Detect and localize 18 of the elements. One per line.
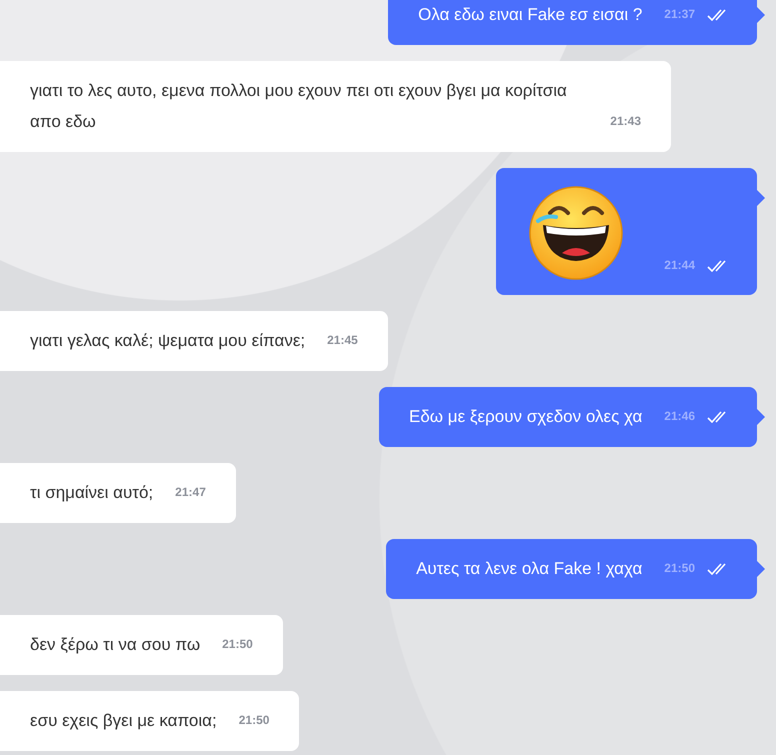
message-time: 21:50 — [222, 636, 253, 653]
message-time: 21:46 — [664, 408, 695, 425]
message-text: Ολα εδω ειναι Fake εσ εισαι ? — [418, 4, 642, 26]
message-text: δεν ξέρω τι να σου πω — [30, 634, 200, 656]
message-time: 21:43 — [610, 113, 641, 130]
message-text: τι σημαίνει αυτό; — [30, 482, 154, 504]
message-time: 21:47 — [175, 484, 206, 501]
message-text: εσυ εχεις βγει με καποια; — [30, 710, 217, 732]
message-time: 21:37 — [664, 6, 695, 23]
message-time: 21:50 — [238, 712, 270, 729]
message-text: Εδω με ξερουν σχεδον ολες χα — [409, 406, 642, 428]
message-text: γιατι το λες αυτο, εμενα πολλοι μου εχουν πει οτι εχουν βγει μα κορίτσια απο εδω — [30, 80, 568, 133]
message-time: 21:50 — [664, 560, 695, 577]
message-text: γιατι γελας καλέ; ψεματα μου είπανε; — [30, 330, 306, 352]
laughing-emoji-icon — [528, 185, 624, 281]
message-text: Αυτες τα λενε ολα Fake ! χαχα — [416, 558, 642, 580]
message-time: 21:44 — [664, 257, 695, 274]
message-time: 21:45 — [327, 332, 358, 349]
